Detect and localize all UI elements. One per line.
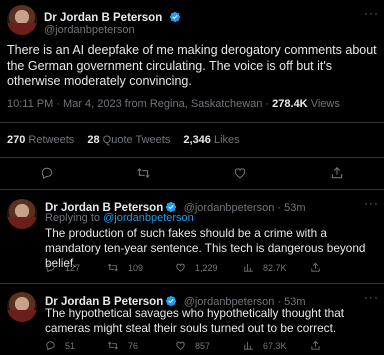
views-button[interactable]: 67.3K <box>243 340 287 351</box>
likes-stat[interactable]: 2,346 Likes <box>183 134 239 146</box>
like-icon <box>176 341 185 350</box>
reply-icon <box>46 263 55 273</box>
author-name[interactable]: Dr Jordan B Peterson <box>44 12 162 24</box>
reply-tweet[interactable]: Dr Jordan B Peterson @jordanbpeterson · … <box>0 190 384 283</box>
share-icon <box>311 262 320 272</box>
retweet-button[interactable]: 109 <box>107 262 143 273</box>
share-icon <box>311 340 320 350</box>
share-button[interactable] <box>310 262 321 273</box>
like-count: 857 <box>195 340 211 351</box>
retweet-count: 109 <box>128 262 144 273</box>
like-icon <box>176 263 185 272</box>
tweet-time[interactable]: 10:11 PM · Mar 4, 2023 from Regina, Sask… <box>7 98 272 110</box>
tweet-meta: 10:11 PM · Mar 4, 2023 from Regina, Sask… <box>7 98 340 110</box>
like-count: 1,229 <box>195 262 218 273</box>
replying-to: Replying to @jordanbpeterson <box>45 212 194 224</box>
replying-prefix: Replying to <box>45 212 104 224</box>
views-count: 82.7K <box>263 262 287 273</box>
reply-button[interactable] <box>40 166 54 180</box>
quotes-label: Quote Tweets <box>99 134 171 146</box>
reply-count: 51 <box>65 340 76 351</box>
reply-icon <box>46 341 55 351</box>
tweet-stats: 270 Retweets 28 Quote Tweets 2,346 Likes <box>7 134 240 146</box>
retweet-button[interactable] <box>136 166 151 180</box>
reply-button[interactable]: 127 <box>45 262 80 273</box>
reply-tweet[interactable]: Dr Jordan B Peterson @jordanbpeterson · … <box>0 284 384 355</box>
tweet-text: There is an AI deepfake of me making der… <box>7 43 377 88</box>
avatar[interactable] <box>7 292 37 322</box>
avatar[interactable] <box>7 5 37 35</box>
likes-count: 2,346 <box>183 134 211 146</box>
reply-count: 127 <box>65 262 81 273</box>
retweets-stat[interactable]: 270 Retweets <box>7 134 74 146</box>
share-button[interactable] <box>330 166 344 180</box>
more-icon[interactable]: ··· <box>364 290 379 304</box>
views-icon <box>243 263 254 272</box>
views-label: Views <box>307 98 340 110</box>
more-icon[interactable]: ··· <box>364 196 379 210</box>
retweets-label: Retweets <box>25 134 75 146</box>
retweet-count: 76 <box>128 340 139 351</box>
like-button[interactable]: 857 <box>175 340 210 351</box>
handle-time[interactable]: @jordanbpeterson · 53m <box>184 202 306 214</box>
tweet-text: The hypothetical savages who hypothetica… <box>45 306 345 335</box>
avatar[interactable] <box>7 199 37 229</box>
views-icon <box>243 341 254 350</box>
divider <box>0 157 384 158</box>
like-button[interactable] <box>233 166 247 180</box>
likes-label: Likes <box>210 134 240 146</box>
share-icon <box>331 167 343 179</box>
more-icon[interactable]: ··· <box>364 6 379 20</box>
like-button[interactable]: 1,229 <box>175 262 218 273</box>
retweet-icon <box>137 168 150 178</box>
views-count: 67.3K <box>263 340 287 351</box>
replying-to-link[interactable]: @jordanbpeterson <box>103 212 194 224</box>
quotes-stat[interactable]: 28 Quote Tweets <box>87 134 170 146</box>
retweet-button[interactable]: 76 <box>107 340 138 351</box>
views-button[interactable]: 82.7K <box>243 262 287 273</box>
quotes-count: 28 <box>87 134 100 146</box>
reply-icon <box>41 167 53 180</box>
verified-badge-icon <box>169 11 180 23</box>
retweets-count: 270 <box>7 134 26 146</box>
like-icon <box>234 168 246 179</box>
retweet-icon <box>108 341 118 350</box>
reply-button[interactable]: 51 <box>45 340 75 351</box>
share-button[interactable] <box>310 340 321 351</box>
retweet-icon <box>108 263 118 272</box>
author-handle[interactable]: @jordanbpeterson <box>44 24 135 36</box>
divider <box>0 122 384 123</box>
views-count: 278.4K <box>272 98 308 110</box>
